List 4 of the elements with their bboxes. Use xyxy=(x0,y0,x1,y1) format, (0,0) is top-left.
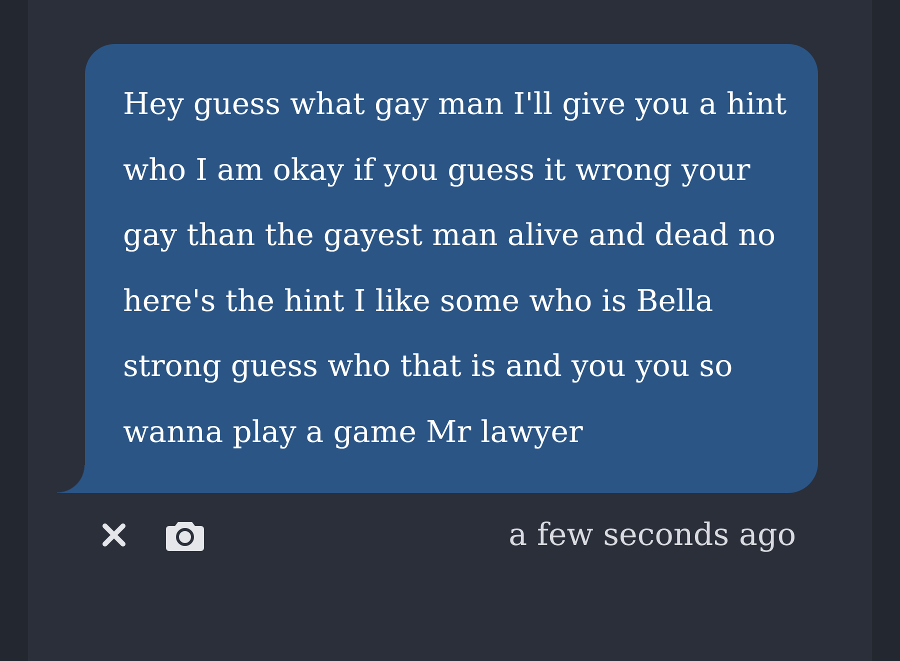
message-text: Hey guess what gay man I'll give you a hint who I am okay if you guess it wrong your gay than the gayest man alive and dead no here's the hint I like some who is Bella strong guess who that is and you you so wanna play a game Mr lawyer xyxy=(123,86,788,452)
close-button[interactable] xyxy=(101,522,127,548)
timestamp: a few seconds ago xyxy=(508,517,796,553)
close-icon xyxy=(101,522,127,548)
